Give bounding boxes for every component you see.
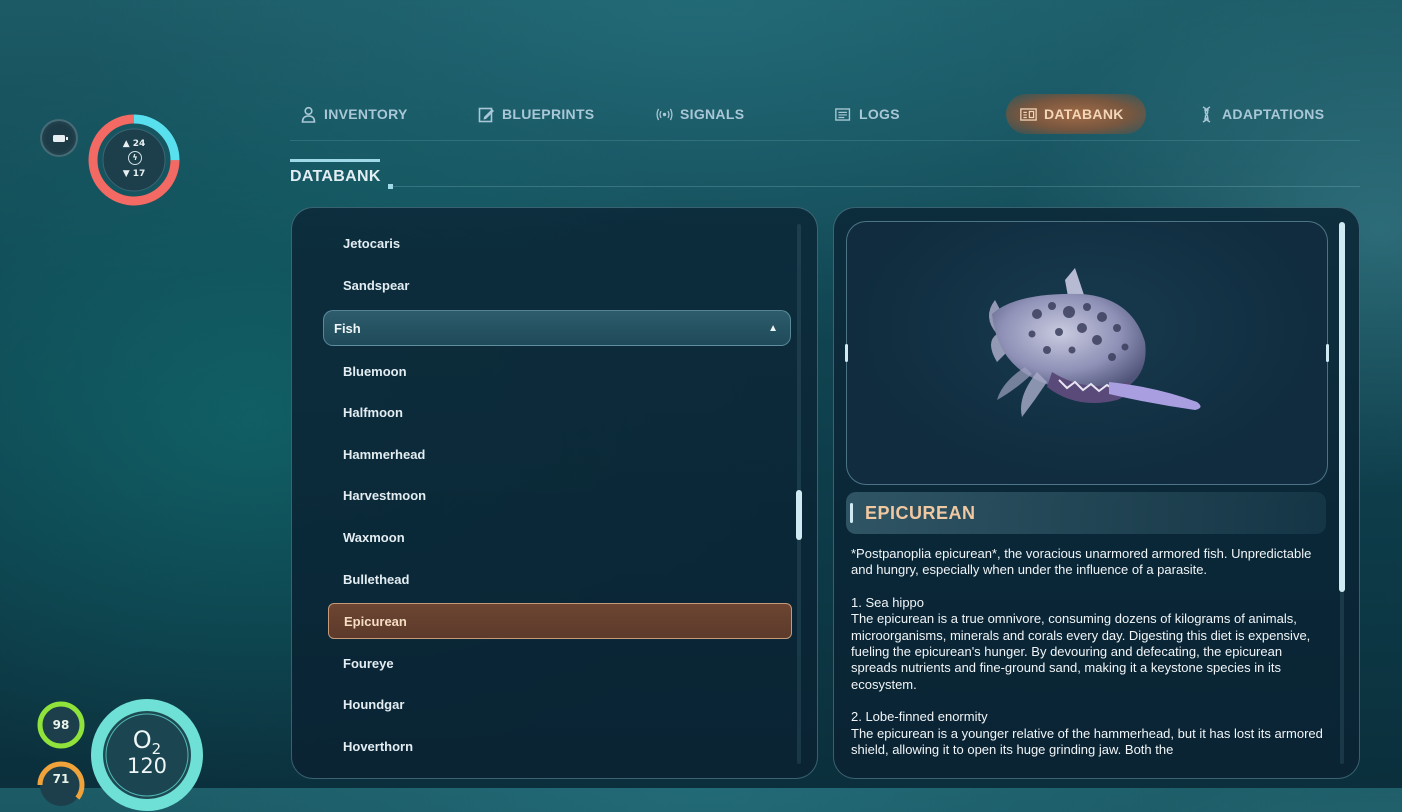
tab-bar: INVENTORY BLUEPRINTS SIGNALS LOGS DATABA… [290,94,1360,134]
chevron-up-icon: ▲ [768,323,778,334]
databank-icon [1020,107,1037,121]
panel-corner [1350,208,1359,217]
tab-label: LOGS [859,106,900,122]
list-item[interactable]: Hammerhead [328,437,792,473]
creature-image-frame [845,221,1329,485]
entry-title: EPICUREAN [865,503,976,523]
tab-label: BLUEPRINTS [502,106,595,122]
list-item[interactable]: Bluemoon [328,354,792,390]
power-down-value: ▼ 17 [122,169,146,179]
category-header-fish[interactable]: Fish ▲ [323,310,791,346]
entry-intro: *Postpanoplia epicurean*, the voracious … [851,546,1312,578]
dna-icon [1202,105,1211,123]
list-item[interactable]: Bullethead [328,562,792,598]
logs-icon [835,107,851,121]
entry-detail-panel: EPICUREAN *Postpanoplia epicurean*, the … [833,207,1360,779]
food-value: 71 [52,772,70,786]
detail-scrollbar-thumb[interactable] [1339,222,1345,592]
list-item[interactable]: Harvestmoon [328,478,792,514]
list-item-selected[interactable]: Epicurean [328,603,792,639]
list-item[interactable]: Sandspear [328,268,792,304]
list-item[interactable]: Hoverthorn [328,729,792,765]
frame-nub [1326,344,1329,362]
power-up-value: ▲ 24 [122,139,146,149]
title-accent [850,503,853,523]
section-title: DATABANK [290,168,381,185]
tab-logs[interactable]: LOGS [835,94,900,134]
oxygen-value: 120 [126,754,168,778]
battery-indicator [40,119,78,157]
list-scrollbar-thumb[interactable] [796,490,802,540]
category-label: Fish [334,321,361,336]
tab-label: SIGNALS [680,106,745,122]
list-item[interactable]: Waxmoon [328,520,792,556]
entry-section-title: 2. Lobe-finned enormity [851,709,988,725]
list-item[interactable]: Foureye [328,646,792,682]
tab-blueprints[interactable]: BLUEPRINTS [478,94,594,134]
signal-icon [656,108,673,120]
panel-corner [292,769,301,778]
list-item[interactable]: Houndgar [328,687,792,723]
databank-list-panel: Jetocaris Sandspear Fish ▲ Bluemoon Half… [291,207,818,779]
entry-description: *Postpanoplia epicurean*, the voracious … [851,546,1329,774]
tab-inventory[interactable]: INVENTORY [300,94,408,134]
epicurean-creature-image [988,268,1201,417]
section-title-underline [290,159,380,162]
panel-corner [292,208,301,217]
power-readout: ▲ 24 ϟ ▼ 17 [108,134,160,186]
frame-nub [845,344,848,362]
list-item[interactable]: Jetocaris [328,226,792,262]
list-item[interactable]: Halfmoon [328,395,792,431]
person-icon [301,106,316,123]
tab-label: DATABANK [1044,106,1124,122]
entry-section-body: The epicurean is a true omnivore, consum… [851,611,1311,692]
tab-label: ADAPTATIONS [1222,106,1325,122]
panel-corner [1350,769,1359,778]
lightning-icon: ϟ [128,151,142,165]
health-value: 98 [52,718,70,732]
blueprint-icon [478,107,494,122]
tab-databank[interactable]: DATABANK [1006,94,1146,134]
tab-adaptations[interactable]: ADAPTATIONS [1198,94,1324,134]
section-divider [392,186,1360,187]
tab-label: INVENTORY [324,106,408,122]
tab-signals[interactable]: SIGNALS [656,94,744,134]
battery-icon [53,134,68,142]
entry-section-title: 1. Sea hippo [851,594,925,610]
tab-divider [290,140,1360,141]
entry-section-body: The epicurean is a younger relative of t… [851,725,1323,758]
